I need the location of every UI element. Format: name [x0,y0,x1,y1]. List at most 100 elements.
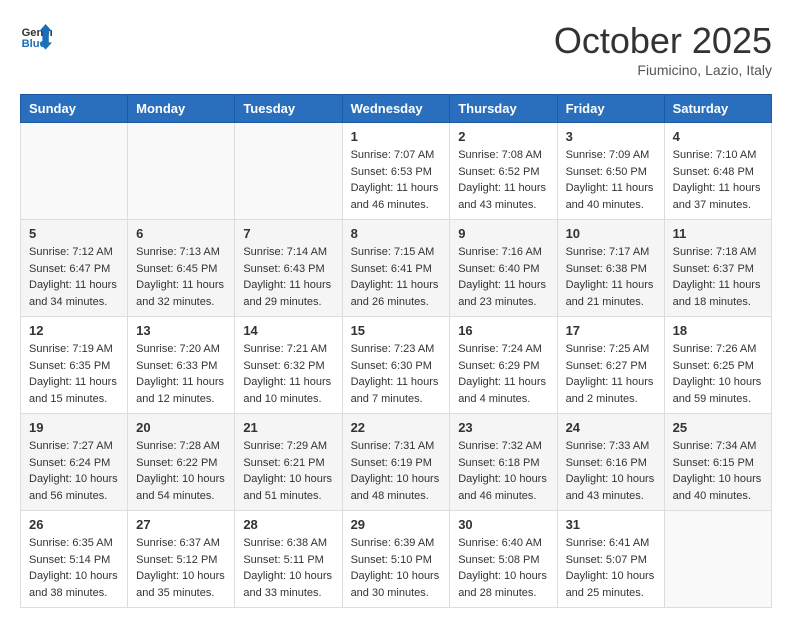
week-row-2: 12 Sunrise: 7:19 AM Sunset: 6:35 PM Dayli… [21,317,772,414]
location: Fiumicino, Lazio, Italy [554,62,772,78]
day-cell: 5 Sunrise: 7:12 AM Sunset: 6:47 PM Daylig… [21,220,128,317]
day-cell: 26Sunrise: 6:35 AM Sunset: 5:14 PM Dayli… [21,511,128,608]
day-cell: 15Sunrise: 7:23 AM Sunset: 6:30 PM Dayli… [342,317,450,414]
day-info: Sunrise: 6:40 AM Sunset: 5:08 PM Dayligh… [458,535,548,601]
day-info: Sunrise: 7:33 AM Sunset: 6:16 PM Dayligh… [566,438,656,504]
day-cell: 22Sunrise: 7:31 AM Sunset: 6:19 PM Dayli… [342,414,450,511]
col-header-thursday: Thursday [450,95,557,123]
day-cell: 9 Sunrise: 7:16 AM Sunset: 6:40 PM Daylig… [450,220,557,317]
day-number: 20 [136,420,226,435]
day-number: 23 [458,420,548,435]
day-cell: 6Sunrise: 7:13 AM Sunset: 6:45 PM Daylig… [128,220,235,317]
day-cell: 3 Sunrise: 7:09 AM Sunset: 6:50 PM Daylig… [557,123,664,220]
day-number: 7 [243,226,333,241]
day-number: 27 [136,517,226,532]
day-info: Sunrise: 7:19 AM Sunset: 6:35 PM Dayligh… [29,341,119,407]
day-cell: 25 Sunrise: 7:34 AM Sunset: 6:15 PM Dayli… [664,414,771,511]
day-cell: 10 Sunrise: 7:17 AM Sunset: 6:38 PM Dayli… [557,220,664,317]
day-info: Sunrise: 7:26 AM Sunset: 6:25 PM Dayligh… [673,341,763,407]
col-header-tuesday: Tuesday [235,95,342,123]
day-cell: 13Sunrise: 7:20 AM Sunset: 6:33 PM Dayli… [128,317,235,414]
day-info: Sunrise: 7:28 AM Sunset: 6:22 PM Dayligh… [136,438,226,504]
day-cell: 17 Sunrise: 7:25 AM Sunset: 6:27 PM Dayli… [557,317,664,414]
day-info: Sunrise: 7:14 AM Sunset: 6:43 PM Dayligh… [243,244,333,310]
day-number: 4 [673,129,763,144]
day-number: 8 [351,226,442,241]
day-cell: 21 Sunrise: 7:29 AM Sunset: 6:21 PM Dayli… [235,414,342,511]
day-info: Sunrise: 7:27 AM Sunset: 6:24 PM Dayligh… [29,438,119,504]
day-cell: 4 Sunrise: 7:10 AM Sunset: 6:48 PM Daylig… [664,123,771,220]
day-info: Sunrise: 7:15 AM Sunset: 6:41 PM Dayligh… [351,244,442,310]
day-cell: 29 Sunrise: 6:39 AM Sunset: 5:10 PM Dayli… [342,511,450,608]
day-info: Sunrise: 7:16 AM Sunset: 6:40 PM Dayligh… [458,244,548,310]
week-row-0: 1Sunrise: 7:07 AM Sunset: 6:53 PM Daylig… [21,123,772,220]
day-cell: 19Sunrise: 7:27 AM Sunset: 6:24 PM Dayli… [21,414,128,511]
day-info: Sunrise: 7:25 AM Sunset: 6:27 PM Dayligh… [566,341,656,407]
col-header-sunday: Sunday [21,95,128,123]
day-number: 5 [29,226,119,241]
day-number: 30 [458,517,548,532]
day-number: 24 [566,420,656,435]
day-cell: 31Sunrise: 6:41 AM Sunset: 5:07 PM Dayli… [557,511,664,608]
logo: General Blue [20,20,52,52]
day-info: Sunrise: 7:17 AM Sunset: 6:38 PM Dayligh… [566,244,656,310]
day-cell: 27 Sunrise: 6:37 AM Sunset: 5:12 PM Dayli… [128,511,235,608]
day-info: Sunrise: 6:37 AM Sunset: 5:12 PM Dayligh… [136,535,226,601]
col-header-saturday: Saturday [664,95,771,123]
day-info: Sunrise: 7:07 AM Sunset: 6:53 PM Dayligh… [351,147,442,213]
day-cell: 12 Sunrise: 7:19 AM Sunset: 6:35 PM Dayli… [21,317,128,414]
day-info: Sunrise: 7:18 AM Sunset: 6:37 PM Dayligh… [673,244,763,310]
day-cell: 7 Sunrise: 7:14 AM Sunset: 6:43 PM Daylig… [235,220,342,317]
day-info: Sunrise: 6:35 AM Sunset: 5:14 PM Dayligh… [29,535,119,601]
month-title: October 2025 [554,20,772,62]
day-number: 11 [673,226,763,241]
day-cell: 24 Sunrise: 7:33 AM Sunset: 6:16 PM Dayli… [557,414,664,511]
day-number: 25 [673,420,763,435]
day-number: 9 [458,226,548,241]
day-info: Sunrise: 7:34 AM Sunset: 6:15 PM Dayligh… [673,438,763,504]
day-number: 12 [29,323,119,338]
day-cell: 18 Sunrise: 7:26 AM Sunset: 6:25 PM Dayli… [664,317,771,414]
day-number: 17 [566,323,656,338]
col-header-wednesday: Wednesday [342,95,450,123]
day-number: 16 [458,323,548,338]
col-header-friday: Friday [557,95,664,123]
title-block: October 2025 Fiumicino, Lazio, Italy [554,20,772,78]
day-cell: 30 Sunrise: 6:40 AM Sunset: 5:08 PM Dayli… [450,511,557,608]
day-info: Sunrise: 7:10 AM Sunset: 6:48 PM Dayligh… [673,147,763,213]
day-info: Sunrise: 7:31 AM Sunset: 6:19 PM Dayligh… [351,438,442,504]
day-number: 14 [243,323,333,338]
day-info: Sunrise: 7:13 AM Sunset: 6:45 PM Dayligh… [136,244,226,310]
day-number: 29 [351,517,442,532]
day-cell: 16 Sunrise: 7:24 AM Sunset: 6:29 PM Dayli… [450,317,557,414]
day-info: Sunrise: 7:32 AM Sunset: 6:18 PM Dayligh… [458,438,548,504]
day-number: 15 [351,323,442,338]
day-cell [21,123,128,220]
day-number: 18 [673,323,763,338]
day-cell: 11 Sunrise: 7:18 AM Sunset: 6:37 PM Dayli… [664,220,771,317]
day-number: 21 [243,420,333,435]
header-row: SundayMondayTuesdayWednesdayThursdayFrid… [21,95,772,123]
day-cell: 2 Sunrise: 7:08 AM Sunset: 6:52 PM Daylig… [450,123,557,220]
day-number: 2 [458,129,548,144]
day-number: 10 [566,226,656,241]
day-info: Sunrise: 7:29 AM Sunset: 6:21 PM Dayligh… [243,438,333,504]
day-info: Sunrise: 7:21 AM Sunset: 6:32 PM Dayligh… [243,341,333,407]
logo-icon: General Blue [20,20,52,52]
col-header-monday: Monday [128,95,235,123]
day-cell: 28Sunrise: 6:38 AM Sunset: 5:11 PM Dayli… [235,511,342,608]
week-row-1: 5 Sunrise: 7:12 AM Sunset: 6:47 PM Daylig… [21,220,772,317]
day-cell: 20 Sunrise: 7:28 AM Sunset: 6:22 PM Dayli… [128,414,235,511]
day-info: Sunrise: 7:12 AM Sunset: 6:47 PM Dayligh… [29,244,119,310]
day-number: 28 [243,517,333,532]
day-info: Sunrise: 7:08 AM Sunset: 6:52 PM Dayligh… [458,147,548,213]
calendar-table: SundayMondayTuesdayWednesdayThursdayFrid… [20,94,772,608]
day-cell: 23 Sunrise: 7:32 AM Sunset: 6:18 PM Dayli… [450,414,557,511]
day-info: Sunrise: 7:09 AM Sunset: 6:50 PM Dayligh… [566,147,656,213]
day-info: Sunrise: 7:24 AM Sunset: 6:29 PM Dayligh… [458,341,548,407]
day-cell [128,123,235,220]
week-row-4: 26Sunrise: 6:35 AM Sunset: 5:14 PM Dayli… [21,511,772,608]
day-number: 3 [566,129,656,144]
day-cell: 14 Sunrise: 7:21 AM Sunset: 6:32 PM Dayli… [235,317,342,414]
day-info: Sunrise: 6:39 AM Sunset: 5:10 PM Dayligh… [351,535,442,601]
